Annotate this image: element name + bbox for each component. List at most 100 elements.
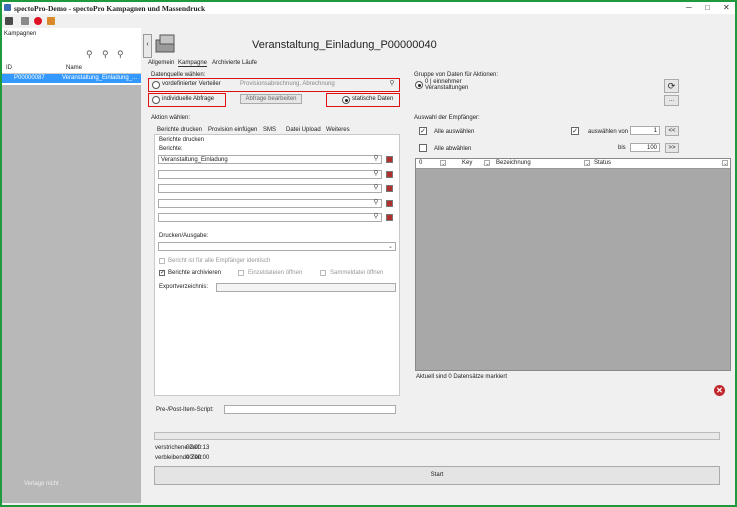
filter-icon[interactable]: ⚲ — [117, 49, 124, 60]
grid-column-check[interactable]: 0 — [419, 160, 422, 166]
grid-header: 0 ⌄ Key ⌄ Bezeichnung ⌄ Status ⌄ — [416, 159, 730, 169]
report-delete-icon[interactable] — [386, 171, 393, 178]
group-option-label: 0 | einnehmer Veranstaltungen — [425, 79, 469, 91]
campaign-row-id: P00000087 — [14, 75, 45, 81]
archive-reports-label: Berichte archivieren — [168, 270, 222, 276]
maximize-button[interactable]: □ — [705, 3, 710, 12]
sidebar-footer-link[interactable]: Verlage nicht — [24, 481, 59, 487]
report-search-icon[interactable]: ⚲ — [372, 184, 380, 192]
report-search-icon[interactable]: ⚲ — [372, 170, 380, 178]
tab-general[interactable]: Allgemein — [148, 60, 174, 66]
grid-status-text: Aktuell sind 0 Datensätze markiert — [416, 374, 508, 380]
to-label: bis — [618, 145, 626, 151]
refresh-icon[interactable]: ⟳ — [664, 79, 679, 93]
report-delete-icon[interactable] — [386, 200, 393, 207]
save-icon[interactable] — [5, 17, 13, 25]
report-field-2[interactable] — [158, 170, 382, 179]
close-icon[interactable]: ✕ — [714, 385, 725, 396]
grid-column-key[interactable]: Key — [462, 160, 472, 166]
select-all-checkbox[interactable]: ✓ — [419, 127, 427, 135]
report-field-4[interactable] — [158, 199, 382, 208]
select-from-field[interactable]: 1 — [630, 126, 660, 135]
script-label: Pre-/Post-Item-Script: — [156, 407, 214, 413]
tab-archived-runs[interactable]: Archivierte Läufe — [212, 60, 257, 66]
print-output-label: Drucken/Ausgabe: — [159, 233, 209, 239]
start-button[interactable]: Start — [154, 466, 720, 485]
column-name[interactable]: Name — [66, 65, 82, 71]
recipients-grid[interactable]: 0 ⌄ Key ⌄ Bezeichnung ⌄ Status ⌄ — [415, 158, 731, 371]
subtab-insert-commission[interactable]: Provision einfügen — [208, 127, 257, 133]
radio-predefined[interactable] — [152, 81, 160, 89]
open-single-checkbox[interactable] — [238, 270, 244, 276]
tab-campaign[interactable]: Kampagne — [178, 60, 208, 67]
more-button[interactable]: ... — [664, 95, 679, 106]
report-field-5[interactable] — [158, 213, 382, 222]
campaign-row[interactable]: P00000087 Veranstaltung_Einladung_... — [2, 74, 141, 83]
subtab-more[interactable]: Weiteres — [326, 127, 350, 133]
remaining-value: 00:00:00 — [186, 455, 210, 461]
select-all-label: Alle auswählen — [434, 129, 475, 135]
campaign-row-name: Veranstaltung_Einladung_... — [62, 75, 138, 81]
edit-icon[interactable] — [21, 17, 29, 25]
campaign-icon — [155, 34, 175, 53]
predefined-search-icon[interactable]: ⚲ — [388, 80, 396, 88]
archive-reports-checkbox[interactable]: ✓ — [159, 270, 165, 276]
sidebar-empty-area — [2, 85, 141, 503]
edit-query-button[interactable]: Abfrage bearbeiten — [240, 94, 302, 104]
open-collection-checkbox[interactable] — [320, 270, 326, 276]
report-delete-icon[interactable] — [386, 185, 393, 192]
grid-filter-icon[interactable]: ⌄ — [484, 160, 490, 167]
open-single-label: Einzeldateien öffnen — [248, 270, 303, 276]
select-range-checkbox[interactable]: ✓ — [571, 127, 579, 135]
radio-static[interactable] — [342, 96, 350, 104]
report-delete-icon[interactable] — [386, 214, 393, 221]
next-range-button[interactable]: >> — [665, 143, 679, 153]
report-field-1[interactable]: Veranstaltung_Einladung — [158, 155, 382, 164]
grid-column-description[interactable]: Bezeichnung — [496, 160, 531, 166]
deselect-all-label: Alle abwählen — [434, 146, 472, 152]
clear-search-icon[interactable]: ⚲ — [102, 49, 109, 60]
sidebar-column-header: ID Name — [2, 64, 141, 74]
chevron-down-icon[interactable]: ⌄ — [388, 243, 393, 250]
delete-icon[interactable] — [34, 17, 42, 25]
page-title: Veranstaltung_Einladung_P00000040 — [252, 39, 437, 51]
radio-group[interactable] — [415, 81, 423, 89]
title-bar: spectoPro-Demo - spectoPro Kampagnen und… — [2, 2, 735, 14]
report-search-icon[interactable]: ⚲ — [372, 199, 380, 207]
open-collection-label: Sammeldatei öffnen — [330, 270, 384, 276]
grid-filter-icon[interactable]: ⌄ — [440, 160, 446, 167]
collapse-sidebar-button[interactable]: ‹ — [143, 34, 152, 58]
reports-label: Berichte: — [159, 146, 183, 152]
identical-report-checkbox[interactable] — [159, 258, 165, 264]
subtab-sms[interactable]: SMS — [263, 127, 276, 133]
radio-predefined-label: vordefinierter Verteiler — [162, 81, 221, 87]
radio-static-label: statische Daten — [352, 96, 394, 102]
subtab-print-reports[interactable]: Berichte drucken — [157, 127, 202, 133]
search-icon[interactable]: ⚲ — [86, 49, 93, 60]
predefined-list-field[interactable]: Provisionsabrechnung, Abrechnung — [238, 80, 396, 89]
window-title: spectoPro-Demo - spectoPro Kampagnen und… — [14, 4, 206, 13]
select-from-label: auswählen von — [588, 129, 629, 135]
grid-column-status[interactable]: Status — [594, 160, 611, 166]
prev-range-button[interactable]: << — [665, 126, 679, 136]
report-field-3[interactable] — [158, 184, 382, 193]
print-output-select[interactable] — [158, 242, 396, 251]
app-window: spectoPro-Demo - spectoPro Kampagnen und… — [0, 0, 737, 507]
subtab-file-upload[interactable]: Datei Upload — [286, 127, 321, 133]
report-delete-icon[interactable] — [386, 156, 393, 163]
radio-individual[interactable] — [152, 96, 160, 104]
copy-icon[interactable] — [47, 17, 55, 25]
deselect-all-checkbox[interactable] — [419, 144, 427, 152]
close-window-button[interactable]: ✕ — [723, 3, 730, 12]
minimize-button[interactable]: ─ — [686, 3, 692, 12]
script-field[interactable] — [224, 405, 396, 414]
app-icon — [4, 4, 11, 11]
export-dir-field[interactable] — [216, 283, 396, 292]
select-to-field[interactable]: 100 — [630, 143, 660, 152]
report-search-icon[interactable]: ⚲ — [372, 213, 380, 221]
report-search-icon[interactable]: ⚲ — [372, 155, 380, 163]
elapsed-value: 00:00:13 — [186, 445, 210, 451]
grid-filter-icon[interactable]: ⌄ — [584, 160, 590, 167]
grid-filter-icon[interactable]: ⌄ — [722, 160, 728, 167]
column-id[interactable]: ID — [6, 65, 12, 71]
